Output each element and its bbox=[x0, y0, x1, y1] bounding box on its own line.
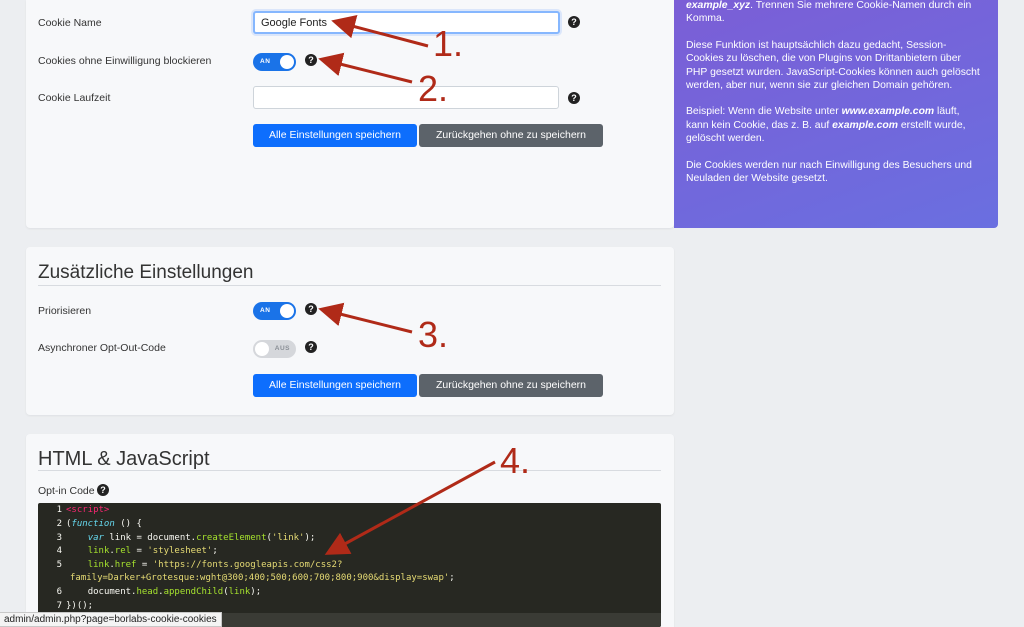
annotation-number: 4. bbox=[500, 440, 531, 481]
code-line: 1 <script> bbox=[56, 505, 110, 515]
prioritize-toggle[interactable]: AN bbox=[253, 302, 296, 320]
save-all-settings-button[interactable]: Alle Einstellungen speichern bbox=[253, 124, 417, 147]
back-without-saving-button[interactable]: Zurückgehen ohne zu speichern bbox=[419, 124, 603, 147]
code-line: 3 var link = document.createElement('lin… bbox=[56, 533, 316, 543]
section-divider bbox=[38, 470, 661, 471]
info-paragraph: Beispiel: Wenn die Website unter www.exa… bbox=[686, 106, 966, 145]
annotation-number: 1. bbox=[433, 23, 464, 64]
code-line: 4 link.rel = 'stylesheet'; bbox=[56, 546, 218, 556]
code-line: 5 link.href = 'https://fonts.googleapis.… bbox=[56, 560, 343, 570]
cookie-name-label: Cookie Name bbox=[38, 17, 102, 29]
example-domain: example.com bbox=[832, 119, 898, 131]
async-optout-toggle[interactable]: AUS bbox=[253, 340, 296, 358]
toggle-state-text: AN bbox=[260, 307, 271, 314]
info-paragraph: Die Cookies werden nur nach Einwilligung… bbox=[686, 159, 972, 185]
info-panel: example_xyz. Trennen Sie mehrere Cookie-… bbox=[674, 0, 998, 228]
code-line-wrapped: family=Darker+Grotesque:wght@300;400;500… bbox=[70, 573, 455, 583]
help-icon[interactable]: ? bbox=[568, 16, 580, 28]
example-cookie-name: example_xyz bbox=[686, 0, 751, 11]
help-icon[interactable]: ? bbox=[305, 303, 317, 315]
code-line: 6 document.head.appendChild(link); bbox=[56, 587, 262, 597]
toggle-knob bbox=[280, 55, 294, 69]
section-title: HTML & JavaScript bbox=[38, 448, 210, 470]
cookie-lifetime-input[interactable] bbox=[253, 86, 559, 109]
optin-code-label: Opt-in Code bbox=[38, 485, 95, 497]
save-all-settings-button[interactable]: Alle Einstellungen speichern bbox=[253, 374, 417, 397]
toggle-state-text: AUS bbox=[274, 345, 290, 352]
help-icon[interactable]: ? bbox=[568, 92, 580, 104]
back-without-saving-button[interactable]: Zurückgehen ohne zu speichern bbox=[419, 374, 603, 397]
toggle-state-text: AN bbox=[260, 58, 271, 65]
cookie-lifetime-label: Cookie Laufzeit bbox=[38, 92, 111, 104]
info-paragraph: example_xyz. Trennen Sie mehrere Cookie-… bbox=[686, 0, 972, 25]
help-icon[interactable]: ? bbox=[97, 484, 109, 496]
block-cookies-label: Cookies ohne Einwilligung blockieren bbox=[38, 55, 212, 67]
section-divider bbox=[38, 285, 661, 286]
help-icon[interactable]: ? bbox=[305, 54, 317, 66]
cookie-settings-panel bbox=[26, 0, 674, 228]
annotation-number: 3. bbox=[418, 314, 449, 355]
browser-status-url: admin/admin.php?page=borlabs-cookie-cook… bbox=[0, 612, 222, 627]
toggle-knob bbox=[280, 304, 294, 318]
toggle-knob bbox=[255, 342, 269, 356]
help-icon[interactable]: ? bbox=[305, 341, 317, 353]
section-title: Zusätzliche Einstellungen bbox=[38, 262, 254, 283]
optin-code-editor[interactable]: 1 <script> 2 (function () { 3 var link = d… bbox=[38, 503, 661, 627]
prioritize-label: Priorisieren bbox=[38, 305, 92, 317]
block-cookies-toggle[interactable]: AN bbox=[253, 53, 296, 71]
cookie-name-input[interactable] bbox=[253, 11, 560, 34]
annotation-number: 2. bbox=[418, 68, 449, 109]
info-paragraph: Diese Funktion ist hauptsächlich dazu ge… bbox=[686, 39, 980, 92]
example-domain: www.example.com bbox=[841, 106, 935, 118]
code-line: 2 (function () { bbox=[56, 519, 142, 529]
async-optout-label: Asynchroner Opt-Out-Code bbox=[38, 342, 166, 354]
